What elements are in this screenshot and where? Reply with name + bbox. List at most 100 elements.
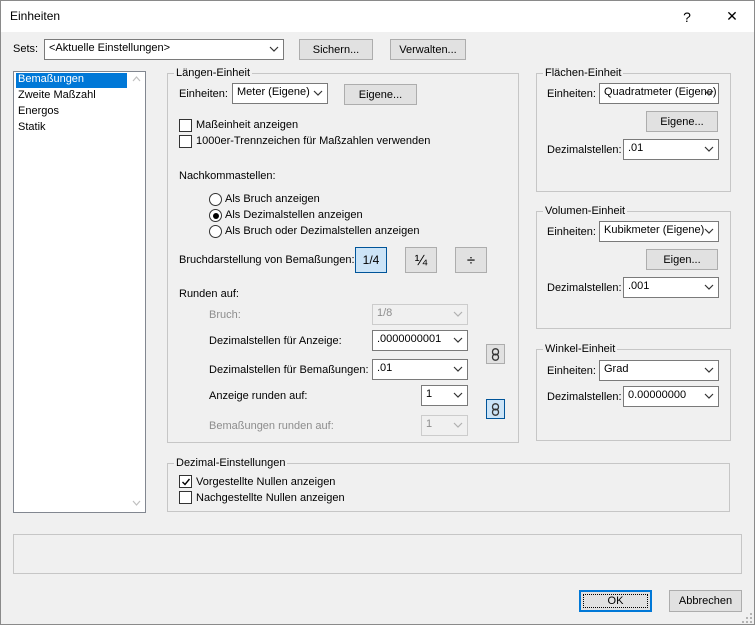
volume-units-value: Kubikmeter (Eigene) — [604, 224, 705, 236]
category-item-energos[interactable]: Energos — [16, 105, 127, 120]
save-set-button[interactable]: Sichern... — [299, 39, 373, 60]
area-custom-button[interactable]: Eigene... — [646, 111, 718, 132]
display-decimals-value: .0000000001 — [377, 333, 442, 345]
fraction-style-diagonal-button[interactable]: ¼ — [405, 247, 437, 273]
radio-fraction[interactable] — [209, 193, 222, 206]
info-panel — [13, 534, 742, 574]
show-unit-checkbox[interactable] — [179, 119, 192, 132]
close-button[interactable]: ✕ — [710, 1, 754, 32]
dim-decimals-label: Dezimalstellen für Bemaßungen: — [209, 364, 369, 376]
angle-units-dropdown[interactable]: Grad — [599, 360, 719, 381]
radio-decimal[interactable] — [209, 209, 222, 222]
scroll-up-icon — [132, 76, 141, 82]
chevron-down-icon — [704, 367, 714, 373]
area-decimals-dropdown[interactable]: .01 — [623, 139, 719, 160]
fraction-style-slash-text: 1/4 — [362, 253, 380, 267]
help-icon: ? — [683, 8, 691, 25]
round-display-label: Anzeige runden auf: — [209, 390, 308, 402]
length-units-value: Meter (Eigene) — [237, 86, 310, 98]
resize-grip-icon[interactable] — [741, 612, 753, 624]
sets-value: <Aktuelle Einstellungen> — [49, 42, 171, 54]
round-dims-label: Bemaßungen runden auf: — [209, 420, 334, 432]
length-custom-button[interactable]: Eigene... — [344, 84, 417, 105]
chevron-down-icon — [704, 90, 714, 96]
fraction-style-stacked-button[interactable]: ÷ — [455, 247, 487, 273]
fraction-style-stacked-text: ÷ — [466, 251, 476, 269]
round-display-value: 1 — [426, 388, 433, 400]
close-icon: ✕ — [726, 8, 738, 24]
scroll-down-icon — [132, 500, 141, 506]
display-decimals-label: Dezimalstellen für Anzeige: — [209, 335, 342, 347]
radio-fraction-or-decimal[interactable] — [209, 225, 222, 238]
round-dims-value: 1 — [426, 418, 433, 430]
sets-dropdown[interactable]: <Aktuelle Einstellungen> — [44, 39, 284, 60]
help-button[interactable]: ? — [665, 1, 709, 32]
angle-decimals-dropdown[interactable]: 0.00000000 — [623, 386, 719, 407]
checkmark-icon — [182, 478, 191, 486]
manage-sets-button[interactable]: Verwalten... — [390, 39, 466, 60]
fraction-round-dropdown[interactable]: 1/8 — [372, 304, 468, 325]
window-title: Einheiten — [10, 9, 61, 23]
length-unit-group-label: Längen-Einheit — [174, 67, 253, 79]
volume-decimals-value: .001 — [628, 280, 650, 292]
area-decimals-value: .01 — [628, 142, 644, 154]
chain-link-icon — [491, 402, 500, 416]
cancel-button[interactable]: Abbrechen — [669, 590, 742, 612]
chevron-down-icon — [453, 311, 463, 317]
trailing-zeros-checkbox[interactable] — [179, 491, 192, 504]
thousands-separator-checkbox[interactable] — [179, 135, 192, 148]
link-rounding-button[interactable] — [486, 399, 505, 419]
category-item-bemassungen[interactable]: Bemaßungen — [16, 73, 127, 88]
angle-decimals-label: Dezimalstellen: — [547, 391, 622, 403]
decimal-settings-group-label: Dezimal-Einstellungen — [174, 457, 288, 469]
radio-fraction-label: Als Bruch anzeigen — [225, 193, 320, 205]
units-dialog: Einheiten ? ✕ Sets: <Aktuelle Einstellun… — [0, 0, 755, 625]
area-custom-label: Eigene... — [660, 115, 704, 128]
ok-button[interactable]: OK — [579, 590, 652, 612]
decimals-heading: Nachkommastellen: — [179, 170, 276, 182]
angle-units-value: Grad — [604, 363, 629, 375]
volume-unit-group-label: Volumen-Einheit — [543, 205, 628, 217]
length-units-label: Einheiten: — [179, 88, 228, 100]
list-scrollbar[interactable] — [128, 72, 145, 512]
volume-decimals-dropdown[interactable]: .001 — [623, 277, 719, 298]
round-display-dropdown[interactable]: 1 — [421, 385, 468, 406]
leading-zeros-checkbox[interactable] — [179, 475, 192, 488]
chevron-down-icon — [704, 228, 714, 234]
area-units-dropdown[interactable]: Quadratmeter (Eigene) — [599, 83, 719, 104]
display-decimals-dropdown[interactable]: .0000000001 — [372, 330, 468, 351]
chevron-down-icon — [704, 146, 714, 152]
dim-decimals-dropdown[interactable]: .01 — [372, 359, 468, 380]
angle-units-label: Einheiten: — [547, 365, 596, 377]
fraction-round-value: 1/8 — [377, 307, 393, 319]
link-decimals-button[interactable] — [486, 344, 505, 364]
volume-units-dropdown[interactable]: Kubikmeter (Eigene) — [599, 221, 719, 242]
category-item-statik[interactable]: Statik — [16, 121, 127, 136]
radio-fraction-or-decimal-label: Als Bruch oder Dezimalstellen anzeigen — [225, 225, 420, 237]
volume-custom-button[interactable]: Eigen... — [646, 249, 718, 270]
volume-units-label: Einheiten: — [547, 226, 596, 238]
area-decimals-label: Dezimalstellen: — [547, 144, 622, 156]
area-unit-group-label: Flächen-Einheit — [543, 67, 624, 79]
volume-custom-label: Eigen... — [663, 253, 701, 266]
show-unit-label: Maßeinheit anzeigen — [196, 119, 299, 131]
fraction-round-label: Bruch: — [209, 309, 241, 321]
chevron-down-icon — [704, 284, 714, 290]
category-item-zweite-masszahl[interactable]: Zweite Maßzahl — [16, 89, 127, 104]
chevron-down-icon — [269, 46, 279, 52]
length-units-dropdown[interactable]: Meter (Eigene) — [232, 83, 328, 104]
category-list[interactable]: Bemaßungen Zweite Maßzahl Energos Statik — [13, 71, 146, 513]
round-dims-dropdown[interactable]: 1 — [421, 415, 468, 436]
rounding-heading: Runden auf: — [179, 288, 239, 300]
area-units-label: Einheiten: — [547, 88, 596, 100]
cancel-label: Abbrechen — [678, 595, 733, 607]
fraction-style-slash-button[interactable]: 1/4 — [355, 247, 387, 273]
length-custom-label: Eigene... — [358, 88, 403, 101]
radio-decimal-label: Als Dezimalstellen anzeigen — [225, 209, 363, 221]
chain-link-icon — [491, 347, 500, 361]
fraction-display-label: Bruchdarstellung von Bemaßungen: — [179, 254, 355, 266]
chevron-down-icon — [453, 422, 463, 428]
manage-sets-label: Verwalten... — [399, 43, 457, 56]
title-bar: Einheiten ? ✕ — [1, 1, 754, 32]
volume-decimals-label: Dezimalstellen: — [547, 282, 622, 294]
